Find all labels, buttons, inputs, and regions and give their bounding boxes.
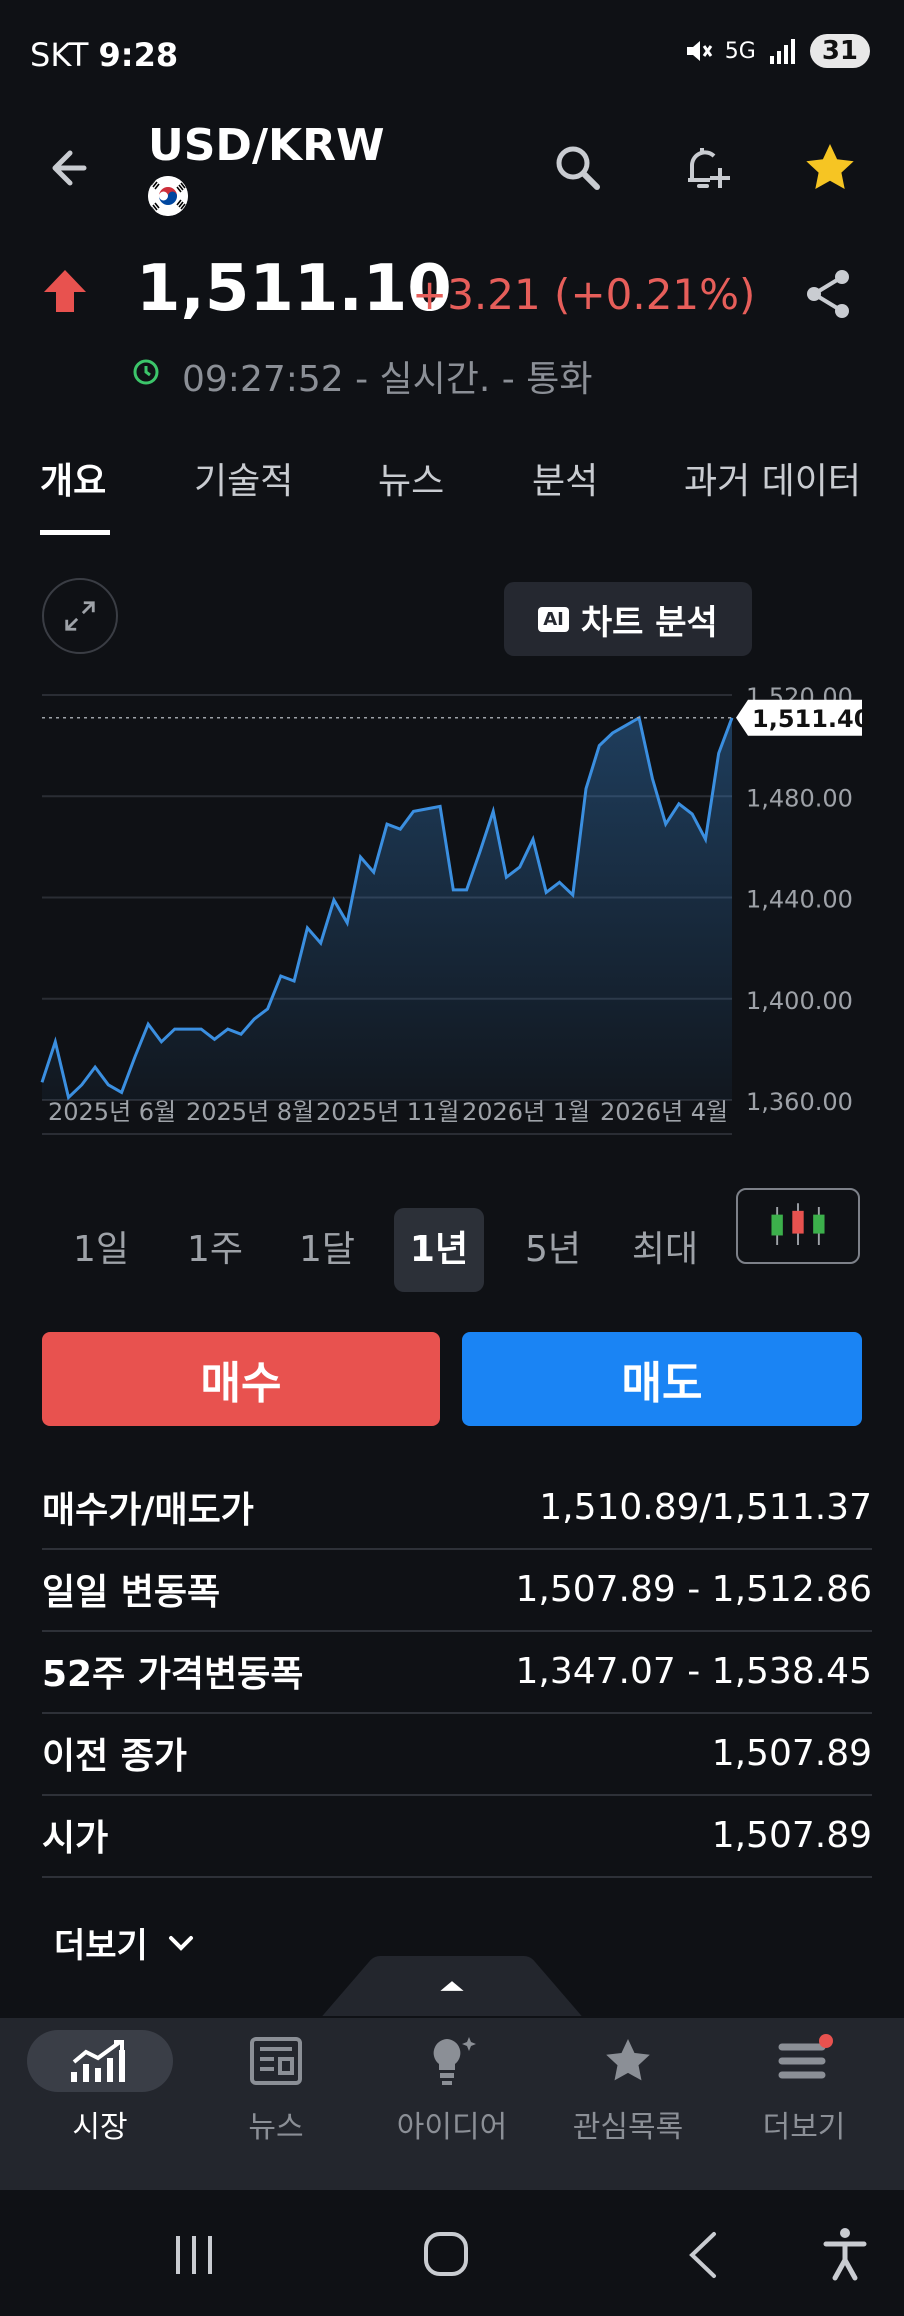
y-tick-label: 1,440.00 [746,886,853,914]
idea-bulb-icon [406,2030,498,2092]
signal-icon [769,39,795,64]
stat-value: 1,507.89 - 1,512.86 [515,1568,872,1610]
active-tab-indicator [40,530,110,535]
korea-flag-icon [148,176,188,216]
system-back-icon[interactable] [680,2230,726,2280]
watchlist-star-icon[interactable] [800,138,860,198]
nav-watchlist[interactable]: 관심목록 [548,2030,708,2146]
price-change: +3.21 (+0.21%) [412,270,756,319]
ai-badge-icon: AI [538,606,569,632]
bottom-sheet-handle[interactable] [318,1956,586,2016]
ai-chart-analysis-button[interactable]: AI 차트 분석 [504,582,752,656]
nav-more[interactable]: 더보기 [724,2030,884,2146]
tab-analysis[interactable]: 분석 [532,452,598,504]
tab-technical[interactable]: 기술적 [194,452,293,504]
candlestick-toggle-icon[interactable] [736,1188,860,1264]
nav-market[interactable]: 시장 [20,2030,180,2146]
y-tick-label: 1,400.00 [746,987,853,1015]
stat-value: 1,507.89 [711,1814,872,1856]
network-badge: 5G [724,38,756,64]
show-more-button[interactable]: 더보기 [54,1918,196,1967]
nav-label: 뉴스 [248,2110,304,2145]
stat-value: 1,510.89/1,511.37 [539,1486,872,1528]
stat-label: 일일 변동폭 [42,1572,221,1613]
menu-icon [758,2030,850,2092]
recent-apps-icon[interactable] [170,2232,220,2278]
price-up-arrow-icon [44,270,86,312]
quote-time: 09:27:52 - 실시간. - 통화 [182,359,593,400]
stat-row-bid-ask: 매수가/매도가 1,510.89/1,511.37 [42,1466,872,1550]
current-price: 1,511.10 [136,252,452,326]
last-price-label: 1,511.40 [752,705,870,733]
period-max[interactable]: 최대 [620,1208,710,1292]
add-alert-bell-icon[interactable] [676,138,736,198]
x-tick-label: 2026년 1월 [462,1098,590,1126]
period-1w[interactable]: 1주 [170,1208,260,1292]
nav-ideas[interactable]: 아이디어 [372,2030,532,2146]
market-chart-icon [27,2030,173,2092]
ai-chart-analysis-label: 차트 분석 [580,602,718,643]
nav-label: 시장 [72,2110,128,2145]
period-1y[interactable]: 1년 [394,1208,484,1292]
stat-label: 이전 종가 [42,1736,188,1777]
tab-historical-data[interactable]: 과거 데이터 [684,452,861,504]
expand-chart-icon[interactable] [42,578,118,654]
period-5y[interactable]: 5년 [508,1208,598,1292]
share-icon[interactable] [800,266,856,322]
price-area [42,717,732,1100]
status-bar-right: 5G 31 [683,34,870,68]
nav-label: 아이디어 [396,2110,508,2145]
symbol-title: USD/KRW [148,120,385,171]
home-icon[interactable] [420,2230,476,2280]
stat-value: 1,507.89 [711,1732,872,1774]
stat-row-daily-range: 일일 변동폭 1,507.89 - 1,512.86 [42,1548,872,1632]
stat-label: 매수가/매도가 [42,1490,254,1531]
live-clock-icon [133,359,159,385]
stat-row-prev-close: 이전 종가 1,507.89 [42,1712,872,1796]
chevron-down-icon [168,1935,193,1951]
battery-level: 31 [809,34,870,68]
nav-label: 더보기 [762,2110,846,2145]
x-tick-label: 2025년 11월 [316,1098,459,1126]
stat-label: 시가 [42,1818,109,1859]
news-icon [230,2030,322,2092]
accessibility-icon[interactable] [820,2226,870,2282]
carrier: SKT [30,36,89,74]
nav-label: 관심목록 [572,2110,684,2145]
x-tick-label: 2026년 4월 [600,1098,728,1126]
status-bar-carrier: SKT 9:28 [30,36,178,74]
stat-value: 1,347.07 - 1,538.45 [515,1650,872,1692]
star-icon [582,2030,674,2092]
show-more-label: 더보기 [54,1926,148,1966]
mute-icon [686,41,712,61]
tab-news[interactable]: 뉴스 [378,452,444,504]
tab-overview[interactable]: 개요 [40,452,106,504]
back-arrow-icon[interactable] [44,138,104,198]
price-chart[interactable]: 1,360.001,400.001,440.001,480.001,520.00… [0,670,904,1140]
period-1m[interactable]: 1달 [282,1208,372,1292]
period-1d[interactable]: 1일 [56,1208,146,1292]
y-tick-label: 1,360.00 [746,1088,853,1116]
search-icon[interactable] [548,138,608,198]
clock-time: 9:28 [98,36,179,74]
x-tick-label: 2025년 8월 [186,1098,314,1126]
stat-label: 52주 가격변동폭 [42,1654,304,1695]
sell-button[interactable]: 매도 [462,1332,862,1426]
stat-row-52week-range: 52주 가격변동폭 1,347.07 - 1,538.45 [42,1630,872,1714]
buy-button[interactable]: 매수 [42,1332,440,1426]
y-tick-label: 1,480.00 [746,784,853,812]
nav-news[interactable]: 뉴스 [196,2030,356,2146]
stat-row-open: 시가 1,507.89 [42,1794,872,1878]
x-tick-label: 2025년 6월 [48,1098,176,1126]
